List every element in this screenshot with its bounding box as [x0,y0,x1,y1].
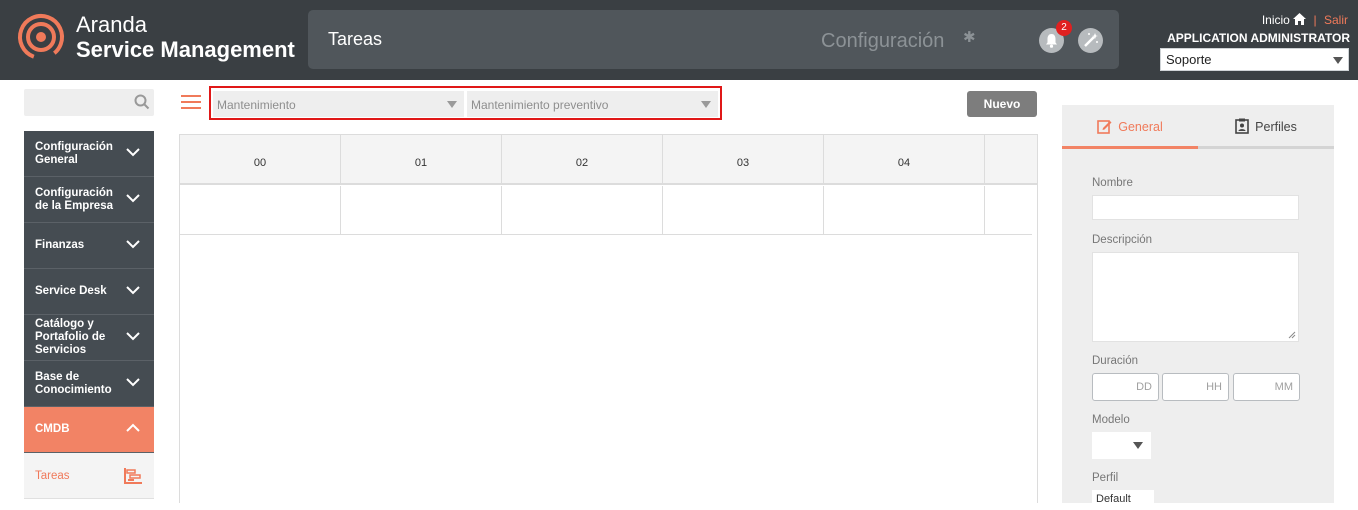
grid-cell[interactable] [663,186,824,235]
task-type-value: Mantenimiento [217,98,296,112]
sidebar-item-catalogo[interactable]: Catálogo y Portafolio de Servicios [24,315,154,361]
grid-cell[interactable] [180,186,341,235]
grid-cell[interactable] [502,186,663,235]
chevron-down-icon [126,378,140,387]
new-button[interactable]: Nuevo [967,91,1037,117]
search-icon[interactable] [134,94,150,110]
top-links: Inicio | Salir [1262,13,1348,27]
sidebar-item-finanzas[interactable]: Finanzas [24,223,154,269]
logout-link[interactable]: Salir [1324,13,1348,27]
details-panel: General Perfiles Nombre Descripción Dura… [1062,105,1334,510]
brand-product: Service Management [76,37,295,62]
sidebar-menu: Configuración General Configuración de l… [24,131,154,499]
magic-wand-icon [1084,33,1098,47]
caret-down-icon [701,101,711,108]
duration-minutes-input[interactable]: MM [1233,373,1300,401]
grid-column-header: 00 [180,135,341,185]
task-type-select[interactable]: Mantenimiento [213,91,464,117]
tab-profiles[interactable]: Perfiles [1198,105,1334,149]
sidebar-item-service-desk[interactable]: Service Desk [24,269,154,315]
grid-column-header: 02 [502,135,663,185]
sidebar-item-label: Finanzas [35,239,85,251]
sidebar-item-label: Base de Conocimiento [35,370,112,396]
model-select[interactable] [1092,432,1151,459]
resize-handle-icon[interactable] [1288,331,1296,339]
sidebar-search-input[interactable] [24,89,154,116]
profile-select-value: Default [1096,493,1131,505]
tab-general[interactable]: General [1062,105,1198,149]
gear-icon[interactable]: ✱ [963,28,976,46]
chevron-down-icon [126,286,140,295]
title-bar: Tareas Configuración ✱ 2 [308,10,1119,69]
duration-days-input[interactable]: DD [1092,373,1159,401]
home-link[interactable]: Inicio [1262,13,1290,27]
page-title: Tareas [328,29,383,49]
sidebar-item-configuracion-empresa[interactable]: Configuración de la Empresa [24,177,154,223]
duration-hours-input[interactable]: HH [1162,373,1229,401]
clipboard-user-icon [1235,118,1249,134]
chevron-up-icon [126,423,140,432]
grid-cell[interactable] [985,186,1033,235]
grid-scroll-gutter [1032,186,1037,235]
name-field[interactable] [1092,195,1299,220]
brand-name: Aranda [76,12,147,37]
configuration-link[interactable]: Configuración [821,30,944,53]
sidebar-item-label: Catálogo y Portafolio de Servicios [35,318,106,356]
profile-label: Perfil [1092,472,1119,484]
grid-header: 00 01 02 03 04 [180,135,1037,185]
sidebar-subitem-label: Tareas [35,469,70,482]
grid-column-header: 01 [341,135,502,185]
gantt-chart-icon [124,468,142,484]
sidebar-item-label: Service Desk [35,285,107,297]
role-select[interactable]: Soporte [1160,48,1349,71]
edit-icon [1097,120,1112,134]
caret-down-icon [1133,442,1143,449]
tab-general-label: General [1118,120,1163,134]
role-select-value: Soporte [1166,52,1212,67]
top-header: Aranda Service Management Tareas Configu… [0,0,1358,80]
task-subtype-select[interactable]: Mantenimiento preventivo [467,91,718,117]
chevron-down-icon [126,332,140,341]
grid-column-header: 03 [663,135,824,185]
sidebar-item-label: Configuración General [35,140,113,166]
profile-select[interactable]: Default [1092,490,1154,510]
grid-column-header: 04 [824,135,985,185]
chevron-down-icon [126,148,140,157]
grid-cell[interactable] [341,186,502,235]
home-icon[interactable] [1293,13,1309,27]
model-label: Modelo [1092,414,1130,426]
sidebar-item-base-conocimiento[interactable]: Base de Conocimiento [24,361,154,407]
sidebar-subitem-tareas[interactable]: Tareas [24,453,154,499]
user-name: APPLICATION ADMINISTRATOR [1167,31,1350,45]
caret-down-icon [447,101,457,108]
description-textarea[interactable] [1092,252,1299,342]
notification-badge: 2 [1056,20,1072,36]
caret-down-icon [1333,57,1343,64]
schedule-grid: 00 01 02 03 04 [179,134,1038,503]
sidebar-item-configuracion-general[interactable]: Configuración General [24,131,154,177]
sidebar-item-cmdb[interactable]: CMDB [24,407,154,453]
chevron-down-icon [126,194,140,203]
tab-profiles-label: Perfiles [1255,120,1297,134]
aranda-logo-icon [17,14,64,60]
sidebar-item-label: Configuración de la Empresa [35,186,113,212]
description-label: Descripción [1092,234,1153,246]
sidebar-item-label: CMDB [35,423,70,435]
menu-toggle-icon[interactable] [181,95,201,111]
link-separator: | [1313,13,1317,27]
task-subtype-value: Mantenimiento preventivo [471,98,609,112]
name-label: Nombre [1092,177,1133,189]
duration-label: Duración [1092,355,1139,367]
tools-button[interactable] [1078,28,1103,53]
chevron-down-icon [126,240,140,249]
grid-cell[interactable] [824,186,985,235]
